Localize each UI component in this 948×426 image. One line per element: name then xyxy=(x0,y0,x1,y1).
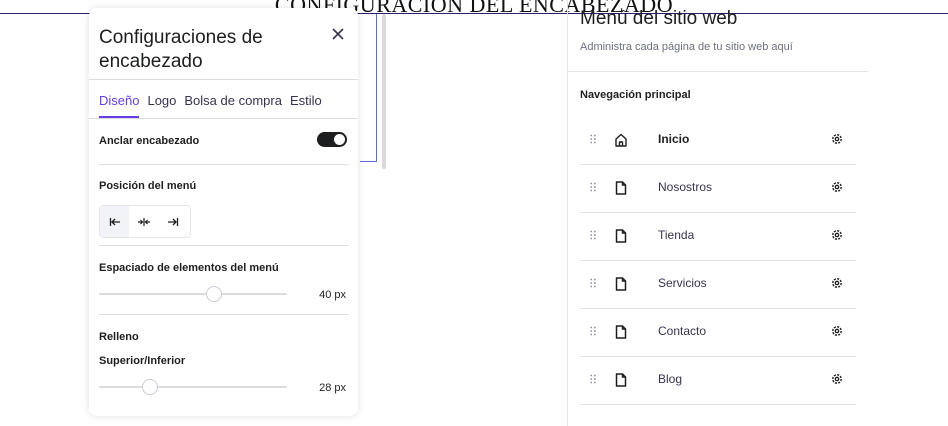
slider-track xyxy=(99,386,287,388)
list-item[interactable]: Contacto xyxy=(580,309,856,357)
list-item[interactable]: Blog xyxy=(580,357,856,405)
page-icon xyxy=(615,181,627,195)
nav-item-label: Blog xyxy=(658,372,683,386)
padding-vertical-slider[interactable] xyxy=(99,379,287,395)
sticky-header-toggle[interactable] xyxy=(317,132,347,147)
gear-icon[interactable] xyxy=(830,228,844,242)
center-align-icon xyxy=(137,217,150,226)
menu-position-label: Posición del menú xyxy=(99,180,197,192)
item-spacing-label: Espaciado de elementos del menú xyxy=(99,262,279,274)
drag-handle-icon[interactable] xyxy=(590,374,596,384)
list-item[interactable]: Tienda xyxy=(580,213,856,261)
drag-handle-icon[interactable] xyxy=(590,134,596,144)
page-icon xyxy=(615,229,627,243)
site-menu-title: Menú del sitio web xyxy=(580,8,738,29)
site-menu-rule xyxy=(568,71,868,72)
drag-handle-icon[interactable] xyxy=(590,182,596,192)
nav-item-label: Nosostros xyxy=(658,180,713,194)
list-item[interactable]: Nosostros xyxy=(580,165,856,213)
slider-thumb[interactable] xyxy=(206,286,222,302)
main-navigation-list: Inicio Nosostros Tienda Servicios Contac… xyxy=(580,117,856,405)
header-settings-panel: Configuraciones de encabezado Diseño Log… xyxy=(89,8,358,416)
page-preview-edge xyxy=(360,14,377,162)
sticky-header-row: Anclar encabezado xyxy=(99,119,348,165)
nav-item-label: Inicio xyxy=(658,132,690,146)
drag-handle-icon[interactable] xyxy=(590,326,596,336)
main-navigation-heading: Navegación principal xyxy=(580,89,691,101)
site-menu-subtitle: Administra cada página de tu sitio web a… xyxy=(580,41,793,53)
padding-label: Relleno xyxy=(99,331,139,343)
gear-icon[interactable] xyxy=(830,324,844,338)
padding-row: Relleno Superior/Inferior 28 px xyxy=(99,315,348,415)
nav-item-label: Contacto xyxy=(658,324,707,338)
right-align-icon xyxy=(167,217,178,226)
padding-vertical-value: 28 px xyxy=(319,382,346,394)
left-align-icon xyxy=(109,217,120,226)
settings-tabs: Diseño Logo Bolsa de compra Estilo xyxy=(89,80,358,119)
page-icon xyxy=(615,277,627,291)
item-spacing-value: 40 px xyxy=(319,289,346,301)
list-item[interactable]: Inicio xyxy=(580,117,856,165)
gear-icon[interactable] xyxy=(830,132,844,146)
toggle-knob xyxy=(334,134,345,145)
home-icon xyxy=(615,133,627,147)
drag-handle-icon[interactable] xyxy=(590,278,596,288)
nav-item-label: Tienda xyxy=(658,228,695,242)
item-spacing-row: Espaciado de elementos del menú 40 px xyxy=(99,246,348,315)
list-item[interactable]: Servicios xyxy=(580,261,856,309)
page-icon xyxy=(615,373,627,387)
panel-title: Configuraciones de encabezado xyxy=(99,27,263,72)
padding-vertical-label: Superior/Inferior xyxy=(99,355,186,367)
align-left-button[interactable] xyxy=(100,206,129,237)
tab-estilo[interactable]: Estilo xyxy=(290,80,322,118)
gear-icon[interactable] xyxy=(830,180,844,194)
close-icon[interactable] xyxy=(330,26,346,42)
menu-position-options xyxy=(99,205,191,238)
slider-track xyxy=(99,293,287,295)
tab-logo[interactable]: Logo xyxy=(147,80,176,118)
page-icon xyxy=(615,325,627,339)
sticky-header-label: Anclar encabezado xyxy=(99,135,200,147)
preview-scrollbar[interactable] xyxy=(382,14,386,169)
tab-bolsa-de-compra[interactable]: Bolsa de compra xyxy=(184,80,282,118)
item-spacing-slider[interactable] xyxy=(99,286,287,302)
menu-position-row: Posición del menú xyxy=(99,165,348,246)
drag-handle-icon[interactable] xyxy=(590,230,596,240)
menu-panel-divider xyxy=(567,0,568,426)
gear-icon[interactable] xyxy=(830,276,844,290)
nav-item-label: Servicios xyxy=(658,276,707,290)
slider-thumb[interactable] xyxy=(142,379,158,395)
panel-header: Configuraciones de encabezado xyxy=(89,8,358,80)
tab-diseno[interactable]: Diseño xyxy=(99,80,140,118)
align-right-button[interactable] xyxy=(158,206,187,237)
gear-icon[interactable] xyxy=(830,372,844,386)
align-center-button[interactable] xyxy=(129,206,158,237)
